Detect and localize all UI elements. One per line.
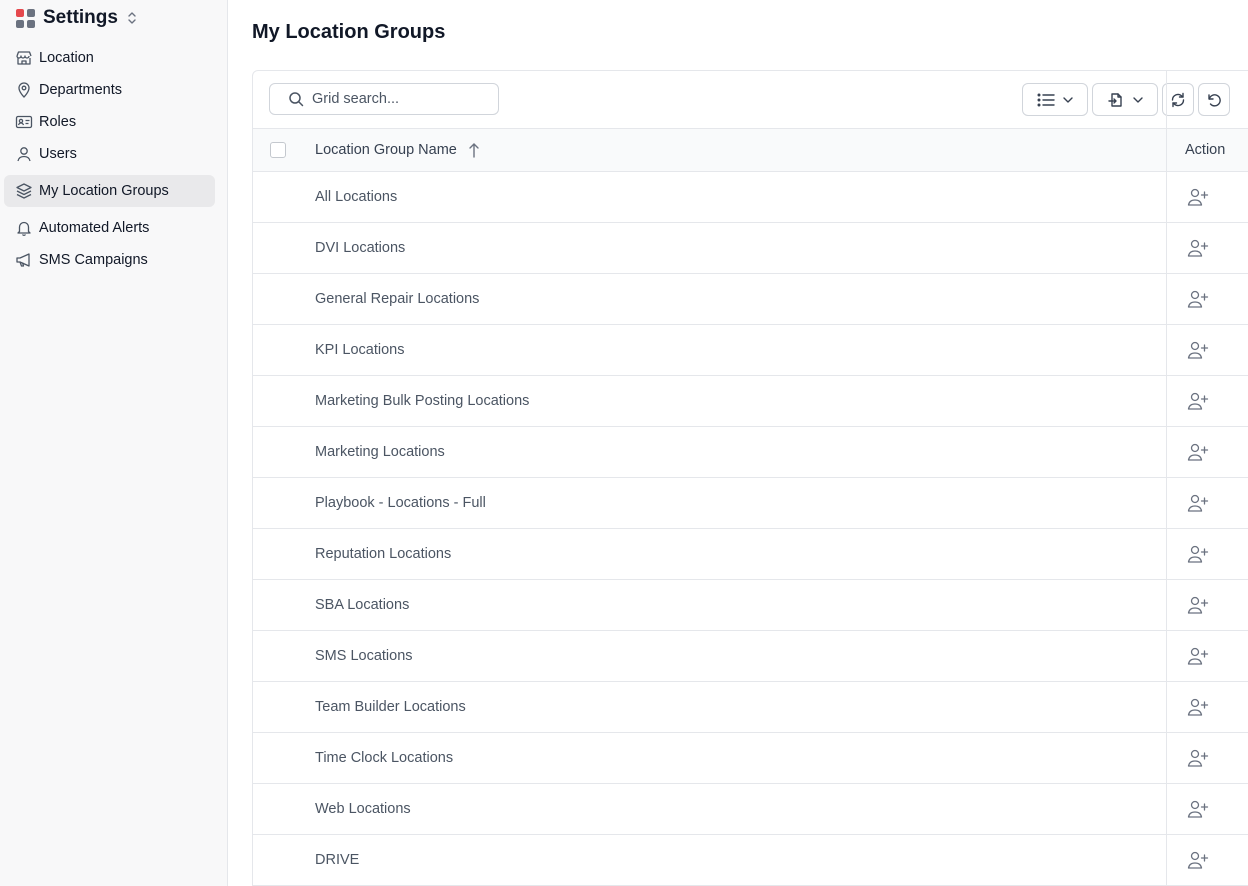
location-group-name: Marketing Locations — [315, 444, 445, 460]
sidebar-item-label: Roles — [39, 114, 77, 130]
table-row[interactable]: SMS Locations — [253, 631, 1248, 682]
user-plus-icon[interactable] — [1186, 747, 1210, 769]
user-plus-icon[interactable] — [1186, 339, 1210, 361]
page-title: My Location Groups — [252, 21, 446, 43]
sidebar-item-label: Automated Alerts — [39, 220, 150, 236]
sidebar-item-label: Departments — [39, 82, 123, 98]
table-row[interactable]: Marketing Locations — [253, 427, 1248, 478]
location-group-name: All Locations — [315, 189, 398, 205]
location-group-name: Playbook - Locations - Full — [315, 495, 486, 511]
table-row[interactable]: All Locations — [253, 172, 1248, 223]
export-icon — [1107, 91, 1125, 109]
grid-header: Location Group Name Action — [253, 128, 1248, 172]
undo-icon — [1205, 91, 1223, 109]
location-group-name: Reputation Locations — [315, 546, 452, 562]
sidebar-item-my-location-groups[interactable]: My Location Groups — [4, 175, 215, 207]
sidebar-item-label: Users — [39, 146, 77, 162]
chevron-down-icon — [1133, 96, 1143, 103]
sidebar-item-location[interactable]: Location — [4, 42, 215, 74]
bell-icon — [15, 219, 33, 237]
user-plus-icon[interactable] — [1186, 237, 1210, 259]
location-group-name: DVI Locations — [315, 240, 406, 256]
sidebar-nav: Location Departments Roles Users My Location… — [4, 42, 215, 276]
table-row[interactable]: SBA Locations — [253, 580, 1248, 631]
sidebar: Settings Location Departments Roles Users My… — [0, 0, 228, 886]
user-plus-icon[interactable] — [1186, 645, 1210, 667]
user-plus-icon[interactable] — [1186, 441, 1210, 463]
chevron-down-icon — [1063, 96, 1073, 103]
table-row[interactable]: Web Locations — [253, 784, 1248, 835]
list-icon — [1037, 93, 1055, 107]
select-all-checkbox[interactable] — [270, 142, 286, 158]
refresh-icon — [1169, 91, 1187, 109]
megaphone-icon — [15, 251, 33, 269]
table-row[interactable]: Marketing Bulk Posting Locations — [253, 376, 1248, 427]
column-header-action: Action — [1185, 142, 1226, 158]
user-plus-icon[interactable] — [1186, 390, 1210, 412]
location-group-name: Team Builder Locations — [315, 699, 466, 715]
location-group-name: KPI Locations — [315, 342, 405, 358]
location-group-name: SBA Locations — [315, 597, 410, 613]
sidebar-item-users[interactable]: Users — [4, 138, 215, 170]
user-plus-icon[interactable] — [1186, 186, 1210, 208]
app-logo-icon — [16, 8, 35, 28]
sort-ascending-icon[interactable] — [469, 142, 479, 158]
user-plus-icon[interactable] — [1186, 543, 1210, 565]
sidebar-item-roles[interactable]: Roles — [4, 106, 215, 138]
user-plus-icon[interactable] — [1186, 696, 1210, 718]
app-title: Settings — [43, 7, 118, 28]
table-row[interactable]: DVI Locations — [253, 223, 1248, 274]
location-group-name: Time Clock Locations — [315, 750, 454, 766]
column-header-name[interactable]: Location Group Name — [315, 142, 479, 158]
id-card-icon — [15, 113, 33, 131]
sidebar-item-departments[interactable]: Departments — [4, 74, 215, 106]
user-plus-icon[interactable] — [1186, 849, 1210, 871]
location-group-name: Marketing Bulk Posting Locations — [315, 393, 530, 409]
table-row[interactable]: Playbook - Locations - Full — [253, 478, 1248, 529]
search-input[interactable] — [312, 91, 482, 107]
location-groups-grid: Location Group Name Action All Locations… — [252, 70, 1248, 886]
columns-menu-button[interactable] — [1022, 83, 1088, 116]
export-menu-button[interactable] — [1092, 83, 1158, 116]
table-row[interactable]: Time Clock Locations — [253, 733, 1248, 784]
grid-body: All Locations DVI Locations General Repair… — [253, 172, 1248, 886]
map-pin-icon — [15, 81, 33, 99]
grid-toolbar — [253, 71, 1248, 128]
location-group-name: DRIVE — [315, 852, 360, 868]
table-row[interactable]: Team Builder Locations — [253, 682, 1248, 733]
table-row[interactable]: General Repair Locations — [253, 274, 1248, 325]
column-header-label: Location Group Name — [315, 142, 457, 158]
user-icon — [15, 145, 33, 163]
table-row[interactable]: DRIVE — [253, 835, 1248, 886]
sidebar-item-sms-campaigns[interactable]: SMS Campaigns — [4, 244, 215, 276]
layers-icon — [15, 182, 33, 200]
reset-button[interactable] — [1198, 83, 1230, 116]
sidebar-item-automated-alerts[interactable]: Automated Alerts — [4, 212, 215, 244]
sidebar-item-label: Location — [39, 50, 94, 66]
table-row[interactable]: Reputation Locations — [253, 529, 1248, 580]
grid-search[interactable] — [269, 83, 499, 115]
user-plus-icon[interactable] — [1186, 798, 1210, 820]
chevron-up-down-icon — [127, 11, 137, 25]
table-row[interactable]: KPI Locations — [253, 325, 1248, 376]
location-group-name: SMS Locations — [315, 648, 413, 664]
search-icon — [288, 91, 304, 107]
sidebar-item-label: SMS Campaigns — [39, 252, 148, 268]
store-icon — [15, 49, 33, 67]
user-plus-icon[interactable] — [1186, 594, 1210, 616]
app-switcher[interactable]: Settings — [16, 6, 137, 30]
location-group-name: Web Locations — [315, 801, 411, 817]
user-plus-icon[interactable] — [1186, 492, 1210, 514]
location-group-name: General Repair Locations — [315, 291, 480, 307]
user-plus-icon[interactable] — [1186, 288, 1210, 310]
sidebar-item-label: My Location Groups — [39, 183, 169, 199]
